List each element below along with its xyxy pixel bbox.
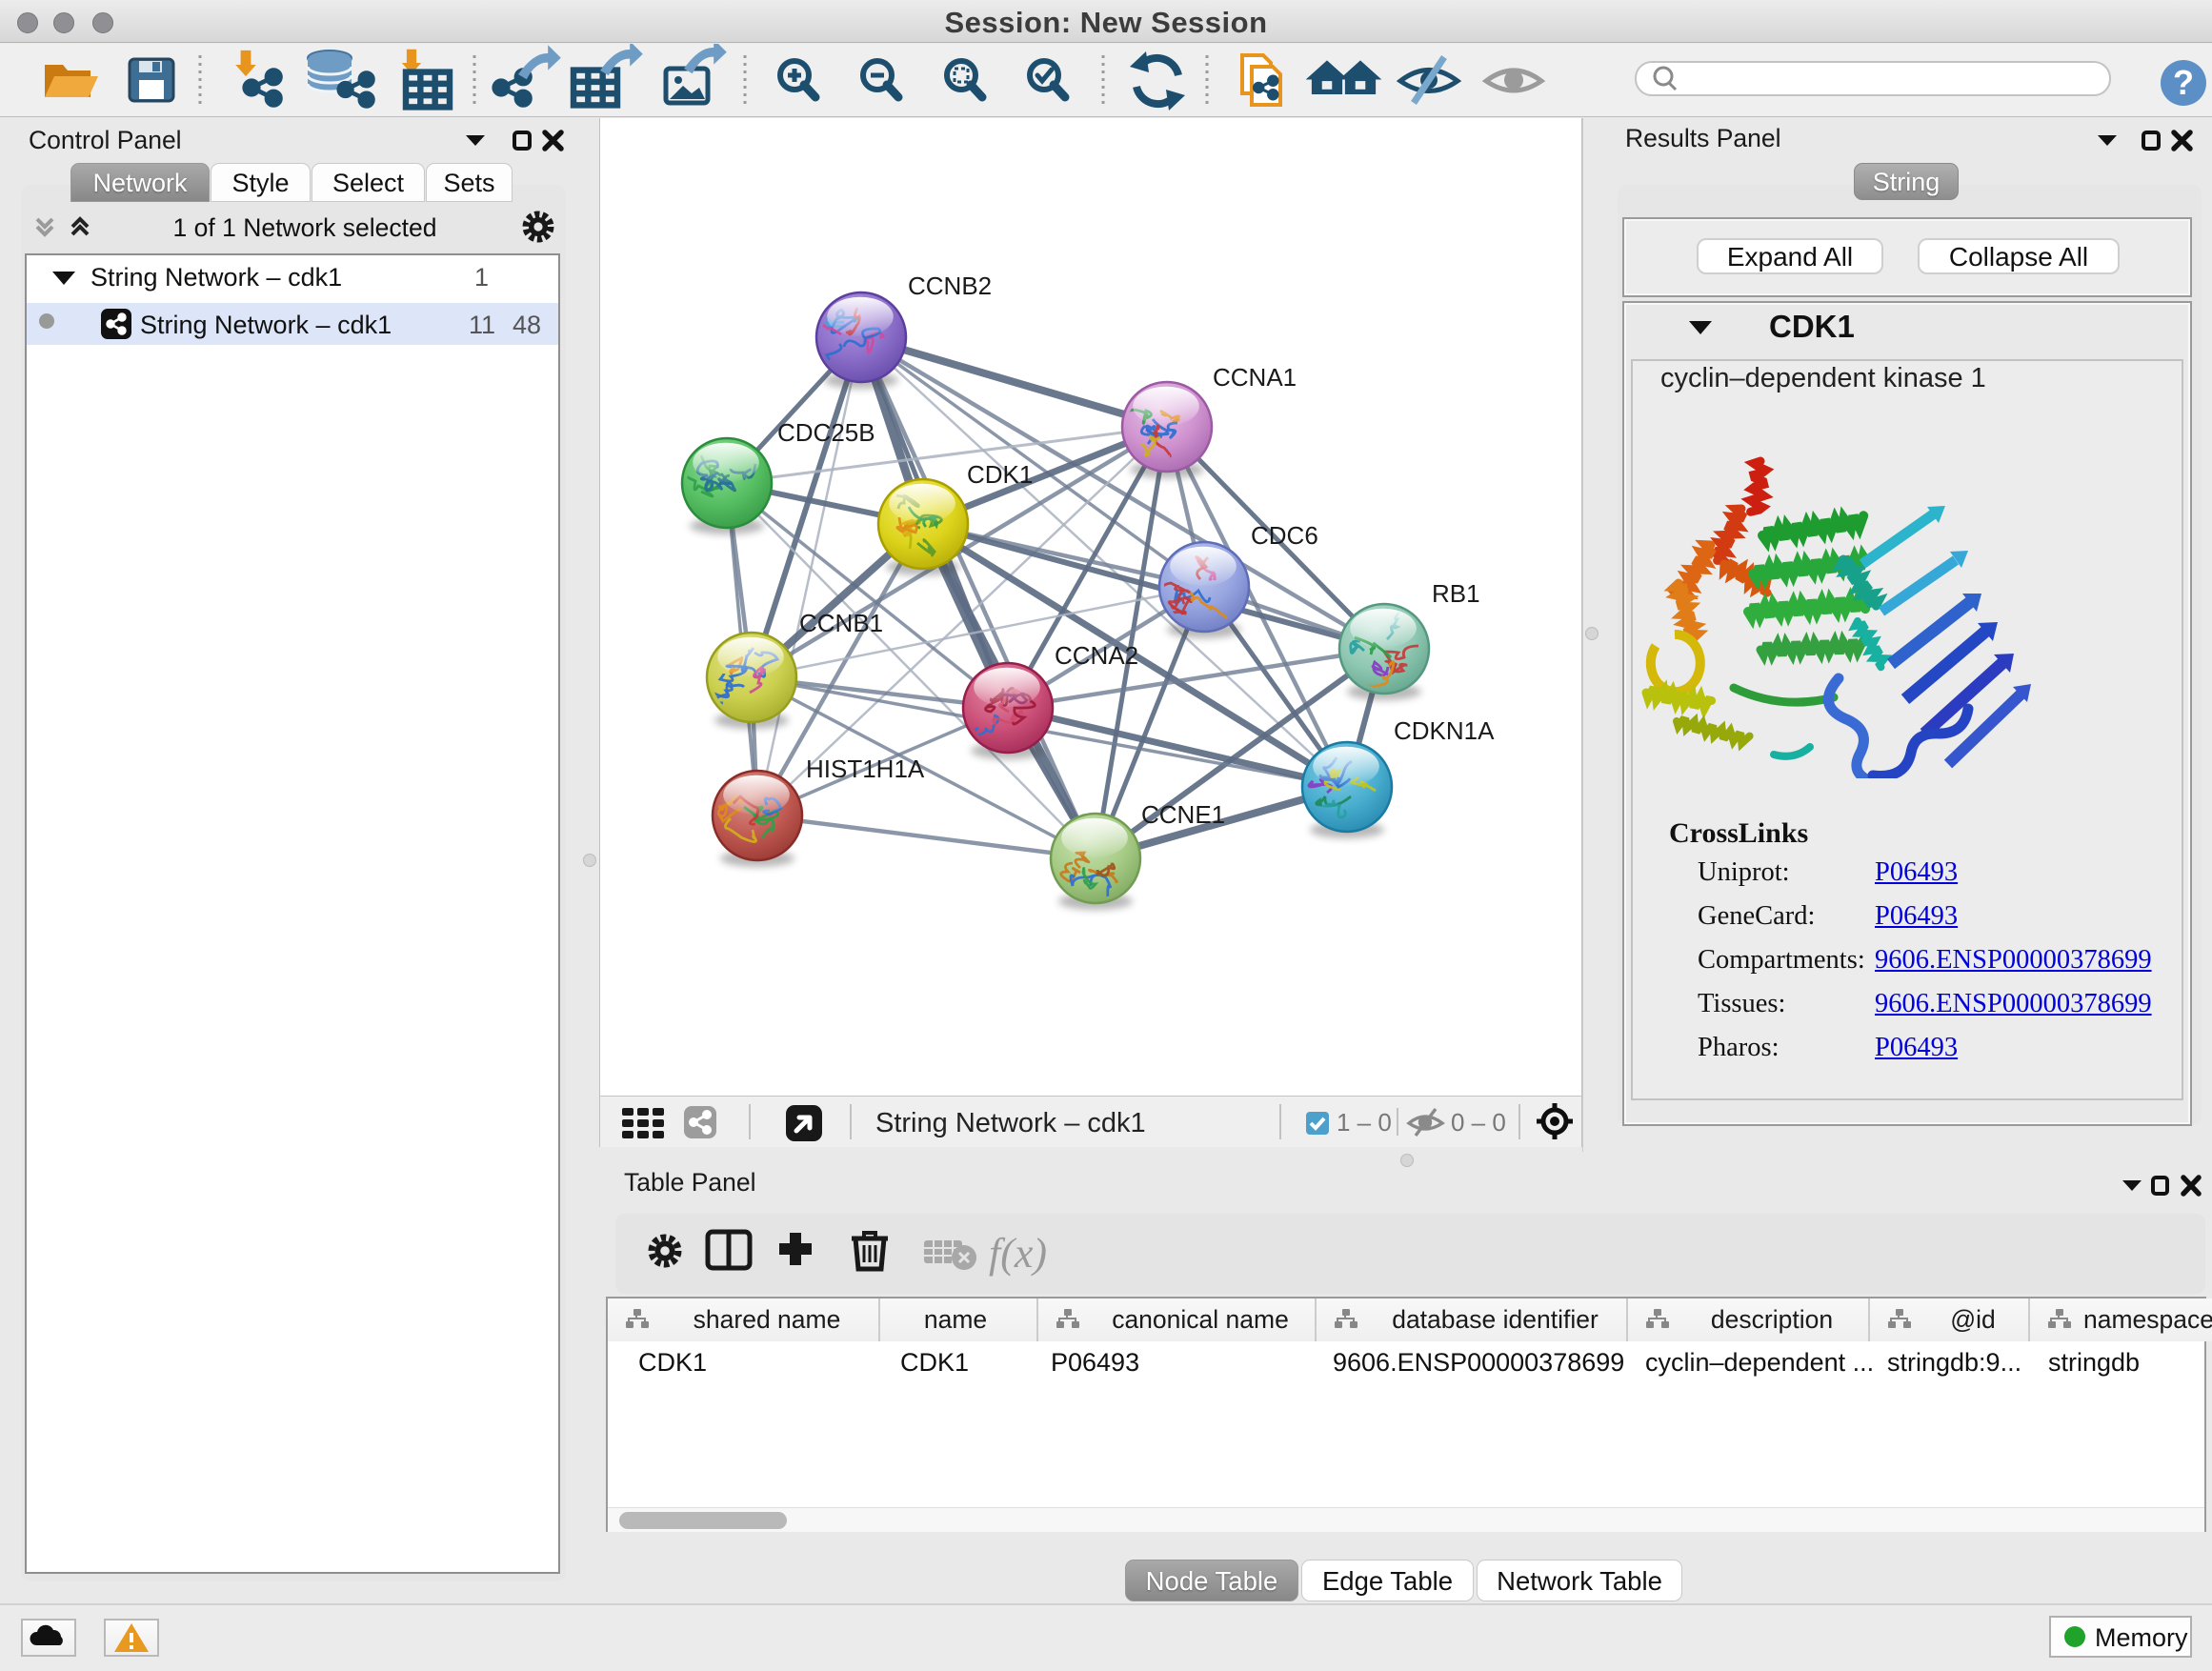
svg-text:?: ? (2173, 63, 2194, 102)
svg-text:CCNE1: CCNE1 (1141, 800, 1225, 829)
svg-text:1 – 0: 1 – 0 (1337, 1108, 1392, 1137)
svg-text:HIST1H1A: HIST1H1A (806, 755, 925, 783)
svg-text:CCNA2: CCNA2 (1055, 641, 1138, 670)
svg-text:0 – 0: 0 – 0 (1451, 1108, 1506, 1137)
svg-text:CDK1: CDK1 (967, 460, 1033, 489)
svg-text:CCNB1: CCNB1 (799, 609, 883, 637)
svg-text:RB1: RB1 (1432, 579, 1480, 608)
svg-text:CCNB2: CCNB2 (908, 272, 992, 300)
svg-text:CDC6: CDC6 (1251, 521, 1318, 550)
svg-text:CDC25B: CDC25B (777, 418, 875, 447)
svg-text:CDKN1A: CDKN1A (1394, 716, 1495, 745)
svg-text:String Network – cdk1: String Network – cdk1 (875, 1108, 1146, 1138)
svg-text:CCNA1: CCNA1 (1213, 363, 1297, 392)
svg-text:f(x): f(x) (989, 1230, 1047, 1277)
